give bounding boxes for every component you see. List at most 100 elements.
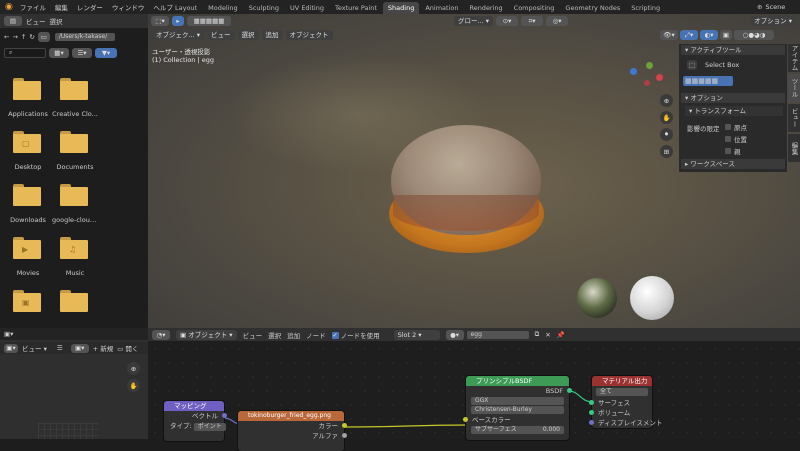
path-field[interactable]: /Users/k-takase/ [54, 33, 115, 41]
blender-logo-icon[interactable]: ◉ [5, 2, 13, 12]
vp-view-menu[interactable]: ビュー [207, 30, 235, 40]
folder-movies[interactable]: ▶ Movies [5, 237, 51, 277]
active-tool-header[interactable]: ▾ アクティブツール [681, 45, 785, 55]
node-editor[interactable]: ◔▾ ▣ オブジェクト ▾ ビュー 選択 追加 ノード ✓ ノードを使用 Slot… [148, 328, 800, 451]
displacement-socket[interactable] [589, 420, 594, 425]
folder-creative-cloud[interactable]: Creative Clo... [52, 78, 98, 118]
sidebar-tab-item[interactable]: アイテム [788, 44, 800, 72]
proportional-edit-icon[interactable]: ◎▾ [546, 16, 569, 26]
tab-scripting[interactable]: Scripting [626, 2, 665, 14]
vp-add-menu[interactable]: 追加 [261, 30, 283, 40]
scene-selector[interactable]: ⊕ Scene [757, 2, 785, 12]
tab-shading[interactable]: Shading [382, 2, 420, 14]
options-header[interactable]: ▾ オプション [681, 93, 785, 103]
folder-applications[interactable]: Applications [5, 78, 51, 118]
parent-dir-icon[interactable]: ↑ [21, 33, 26, 41]
image-zoom-icon[interactable]: ⊕ [127, 362, 140, 375]
file-search-input[interactable]: ⌕ [4, 48, 46, 58]
volume-socket[interactable] [589, 410, 594, 415]
image-editor[interactable]: ▣▾ ▣▾ ビュー ▾ ☰ ▣▾ + 新規 ▭ 開く ⊕ ✋ [0, 328, 148, 439]
sidebar-tab-tool[interactable]: ツール [788, 74, 800, 102]
visibility-icon[interactable]: 👁▾ [660, 30, 678, 40]
editor-type-button[interactable]: ▤ [4, 16, 22, 26]
orientation-dropdown[interactable]: グロー... ▾ [454, 16, 494, 26]
tab-rendering[interactable]: Rendering [464, 2, 507, 14]
folder-pictures[interactable]: ▣ [5, 290, 41, 312]
grid-icon[interactable]: ⊞ [660, 145, 673, 158]
image-texture-node[interactable]: tokinoburger_fried_egg.png カラー アルファ [238, 411, 347, 451]
workspace-header[interactable]: ▸ ワークスペース [681, 159, 785, 169]
check-locations[interactable]: 位置 [725, 134, 747, 144]
tab-layout[interactable]: Layout [170, 2, 202, 14]
menu-edit[interactable]: 編集 [55, 2, 68, 12]
editor-type-button[interactable]: ⬚▾ [151, 16, 169, 26]
display-mode-icon[interactable]: ▦▾ [49, 48, 69, 58]
vp-select-menu[interactable]: 選択 [237, 30, 259, 40]
image-new-button[interactable]: + 新規 [93, 343, 114, 353]
tab-sculpting[interactable]: Sculpting [244, 2, 284, 14]
zoom-icon[interactable]: ⊕ [660, 94, 673, 107]
folder-documents[interactable]: Documents [52, 131, 98, 171]
menu-window[interactable]: ウィンドウ [112, 2, 145, 12]
image-view-menu[interactable]: ビュー ▾ [22, 343, 47, 353]
pivot-icon[interactable]: ⊙▾ [496, 16, 519, 26]
file-view-menu[interactable]: ビュー [26, 16, 46, 26]
sort-icon[interactable]: ☰▾ [72, 48, 92, 58]
folder-desktop[interactable]: ▢ Desktop [5, 131, 51, 171]
output-target-dropdown[interactable]: 全て [596, 388, 648, 396]
shading-modes-icon[interactable]: ○●◕◑ [734, 30, 774, 40]
mapping-node[interactable]: マッピング ベクトル タイプ: ポイント [164, 401, 227, 441]
viewport-options-button[interactable]: オプション ▾ [750, 16, 796, 26]
editor-type-icon[interactable]: ▣▾ [4, 330, 13, 338]
mapping-type-dropdown[interactable]: ポイント [193, 423, 226, 431]
select-mode-icons[interactable]: ▦▦▦▦▦ [187, 16, 231, 26]
image-browse-icon[interactable]: ▣▾ [70, 343, 89, 353]
overlay-icon[interactable]: ◐▾ [700, 30, 718, 40]
file-select-menu[interactable]: 選択 [50, 16, 63, 26]
tab-geometry-nodes[interactable]: Geometry Nodes [560, 2, 625, 14]
nav-gizmo[interactable] [628, 62, 668, 88]
tool-mode-icons[interactable]: ▦▦▦▦▦ [683, 76, 733, 86]
vector-socket[interactable] [222, 413, 227, 418]
new-folder-icon[interactable]: ▭ [37, 32, 50, 42]
gizmo-icon[interactable]: ⤢▾ [680, 30, 698, 40]
alpha-socket[interactable] [342, 433, 347, 438]
material-output-node[interactable]: マテリアル出力 全て サーフェス ボリューム ディスプレイスメント [589, 376, 662, 428]
camera-icon[interactable]: ⏺ [660, 128, 673, 141]
back-arrow-icon[interactable]: ← [4, 33, 9, 41]
color-socket[interactable] [342, 423, 347, 428]
folder-music[interactable]: ♫ Music [52, 237, 98, 277]
pan-hand-icon[interactable]: ✋ [660, 111, 673, 124]
bsdf-socket[interactable] [567, 388, 572, 393]
tab-animation[interactable]: Animation [420, 2, 463, 14]
folder-downloads[interactable]: Downloads [5, 184, 51, 224]
sidebar-tab-view[interactable]: ビュー [788, 104, 800, 132]
image-editor-type[interactable]: ▣▾ [4, 343, 18, 353]
base-color-socket[interactable] [463, 417, 468, 422]
menu-file[interactable]: ファイル [20, 2, 46, 12]
image-pan-icon[interactable]: ✋ [127, 379, 140, 392]
image-menu-icon[interactable]: ☰ [57, 344, 63, 352]
egg-model[interactable] [389, 125, 544, 253]
xray-icon[interactable]: ▣ [720, 30, 732, 40]
principled-bsdf-node[interactable]: プリンシプルBSDF BSDF GGX Christensen-Burley ベ… [463, 376, 572, 440]
tab-compositing[interactable]: Compositing [509, 2, 560, 14]
check-parents[interactable]: 親 [725, 146, 747, 156]
tab-modeling[interactable]: Modeling [203, 2, 243, 14]
folder-public[interactable] [52, 290, 88, 312]
subsurface-method-dropdown[interactable]: Christensen-Burley [471, 406, 564, 414]
check-origins[interactable]: 原点 [725, 122, 747, 132]
surface-socket[interactable] [589, 400, 594, 405]
select-tool-icon[interactable]: ▸ [172, 16, 184, 26]
filter-icon[interactable]: ▼▾ [95, 48, 117, 58]
tab-uv-editing[interactable]: UV Editing [285, 2, 329, 14]
image-open-button[interactable]: ▭ 開く [117, 343, 138, 353]
menu-render[interactable]: レンダー [77, 2, 103, 12]
tab-texture-paint[interactable]: Texture Paint [330, 2, 382, 14]
subsurface-field[interactable]: サブサーフェス 0.000 [471, 426, 564, 434]
select-box-icon[interactable]: ⬚ [687, 60, 697, 70]
distribution-dropdown[interactable]: GGX [471, 397, 564, 405]
sidebar-tab-edit[interactable]: 編集 [788, 134, 800, 162]
snap-icon[interactable]: ⌗▾ [521, 16, 544, 26]
transform-header[interactable]: ▾ トランスフォーム [685, 106, 783, 116]
